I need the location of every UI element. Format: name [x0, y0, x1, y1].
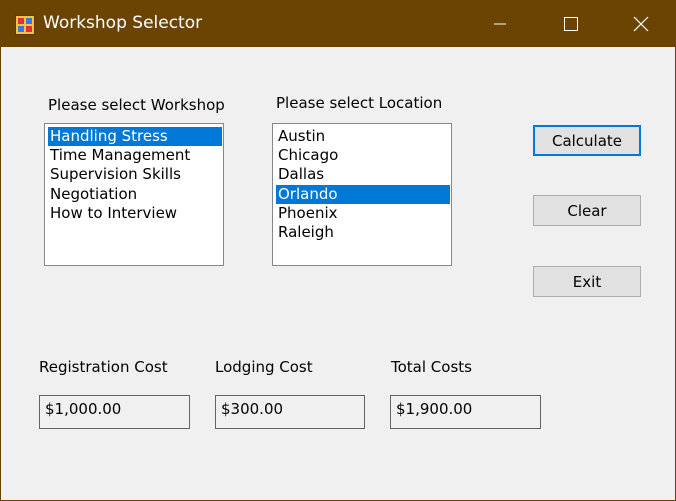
workshop-listbox[interactable]: Handling Stress Time Management Supervis…	[44, 123, 224, 266]
minimize-button[interactable]	[477, 1, 523, 47]
total-costs-label: Total Costs	[391, 358, 472, 376]
exit-button[interactable]: Exit	[533, 266, 641, 297]
calculate-button[interactable]: Calculate	[533, 125, 641, 156]
registration-cost-output: $1,000.00	[39, 395, 190, 429]
list-item[interactable]: Phoenix	[276, 204, 450, 223]
list-item[interactable]: Orlando	[276, 185, 450, 204]
location-listbox[interactable]: Austin Chicago Dallas Orlando Phoenix Ra…	[272, 123, 452, 266]
close-icon	[633, 16, 649, 32]
list-item[interactable]: Supervision Skills	[48, 165, 222, 184]
minimize-icon	[494, 23, 506, 25]
clear-button[interactable]: Clear	[533, 195, 641, 226]
title-bar[interactable]: Workshop Selector	[1, 1, 675, 47]
list-item[interactable]: Negotiation	[48, 185, 222, 204]
list-item[interactable]: Raleigh	[276, 223, 450, 242]
maximize-button[interactable]	[548, 1, 594, 47]
lodging-cost-output: $300.00	[215, 395, 365, 429]
registration-cost-label: Registration Cost	[39, 358, 168, 376]
maximize-icon	[564, 17, 578, 31]
list-item[interactable]: Handling Stress	[48, 127, 222, 146]
total-costs-output: $1,900.00	[390, 395, 541, 429]
close-button[interactable]	[618, 1, 664, 47]
list-item[interactable]: Chicago	[276, 146, 450, 165]
workshop-selector-window: Workshop Selector Please select Workshop…	[0, 0, 676, 501]
location-label: Please select Location	[276, 94, 443, 112]
list-item[interactable]: How to Interview	[48, 204, 222, 223]
app-icon	[15, 15, 35, 35]
window-title: Workshop Selector	[43, 13, 203, 33]
list-item[interactable]: Austin	[276, 127, 450, 146]
list-item[interactable]: Dallas	[276, 165, 450, 184]
workshop-label: Please select Workshop	[48, 96, 225, 114]
list-item[interactable]: Time Management	[48, 146, 222, 165]
lodging-cost-label: Lodging Cost	[215, 358, 313, 376]
